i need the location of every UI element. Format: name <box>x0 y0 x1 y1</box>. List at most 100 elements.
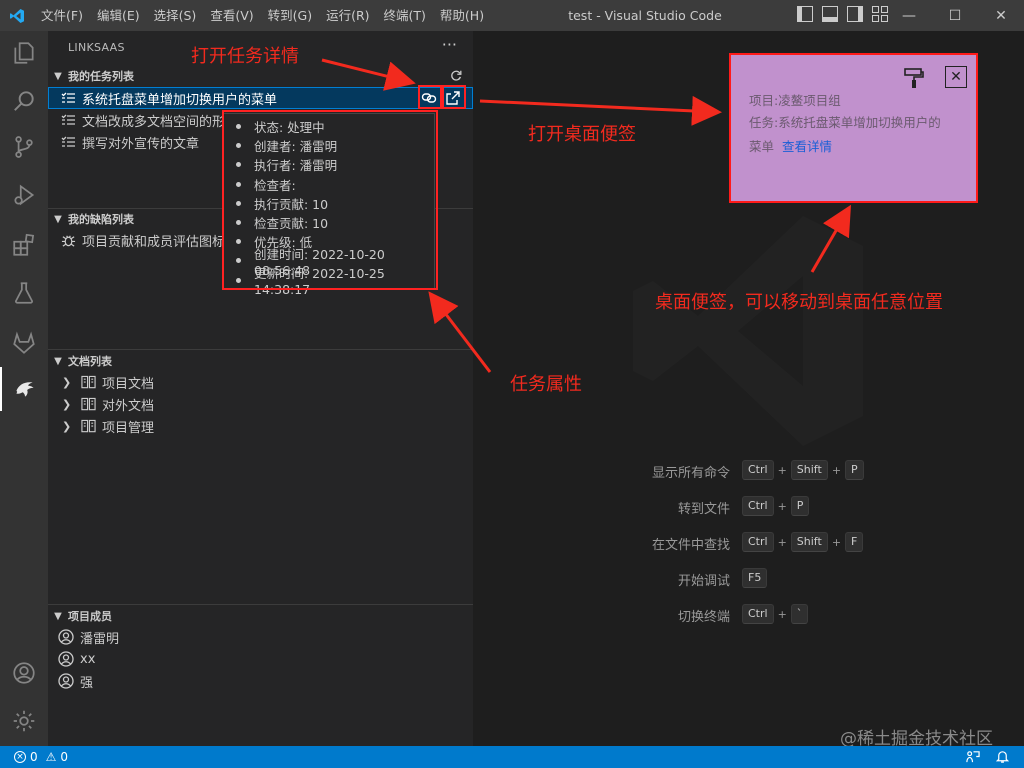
key: Ctrl <box>742 532 774 552</box>
window-controls: — ☐ ✕ <box>886 0 1024 31</box>
user-icon <box>58 651 74 667</box>
menu-view[interactable]: 查看(V) <box>203 0 260 31</box>
status-bar: × 0 ⚠ 0 <box>0 746 1024 768</box>
doc-space-item[interactable]: ❯ 对外文档 <box>48 393 473 415</box>
menu-edit[interactable]: 编辑(E) <box>90 0 147 31</box>
more-actions-button[interactable]: ··· <box>442 35 457 54</box>
chevron-down-icon: ▼ <box>54 213 62 225</box>
linksaas-icon[interactable] <box>0 367 48 411</box>
menu-selection[interactable]: 选择(S) <box>147 0 204 31</box>
source-control-icon[interactable] <box>0 125 48 169</box>
bug-icon <box>60 232 76 248</box>
annotation-open-sticky: 打开桌面便签 <box>528 124 636 145</box>
member-name: xx <box>80 651 96 667</box>
member-name: 强 <box>80 675 94 691</box>
key: F <box>845 532 864 552</box>
menu-terminal[interactable]: 终端(T) <box>377 0 433 31</box>
key: P <box>845 460 864 480</box>
task-title: 系统托盘菜单增加切换用户的菜单 <box>82 92 278 108</box>
annotation-box-detail <box>418 85 442 109</box>
vscode-window: { "window": {"title": "test - Visual Stu… <box>0 0 1024 768</box>
key-plus: + <box>777 535 787 549</box>
sidebar-title: LINKSAAS <box>68 41 125 54</box>
section-divider <box>48 349 473 350</box>
task-title: 撰写对外宣传的文章 <box>82 136 200 152</box>
annotation-box-sticky <box>442 85 466 109</box>
section-title: 我的缺陷列表 <box>68 213 134 226</box>
toggle-sidebar-icon[interactable] <box>797 6 813 22</box>
refresh-icon[interactable] <box>449 69 463 83</box>
task-item[interactable]: 系统托盘菜单增加切换用户的菜单 <box>48 87 473 109</box>
annotation-task-props: 任务属性 <box>510 374 582 395</box>
paint-brush-icon[interactable] <box>903 67 925 89</box>
sticky-task: 任务:系统托盘菜单增加切换用户的 <box>749 115 941 130</box>
testing-icon[interactable] <box>0 271 48 315</box>
sticky-task-cont: 菜单 查看详情 <box>749 136 832 155</box>
shortcut-label: 在文件中查找 <box>651 538 730 553</box>
toggle-secondary-sidebar-icon[interactable] <box>847 6 863 22</box>
minimize-button[interactable]: — <box>886 0 932 31</box>
window-title: test - Visual Studio Code <box>568 8 722 23</box>
sticky-close-button[interactable]: ✕ <box>945 66 967 88</box>
key: Ctrl <box>742 460 774 480</box>
shortcut-label: 切换终端 <box>677 610 730 625</box>
user-icon <box>58 629 74 645</box>
vscode-logo-icon[interactable] <box>0 0 34 31</box>
explorer-icon[interactable] <box>0 31 48 75</box>
shortcut-label: 显示所有命令 <box>651 466 730 481</box>
shortcut-go-to-file: 转到文件 Ctrl + P <box>473 495 1024 517</box>
maximize-button[interactable]: ☐ <box>932 0 978 31</box>
shortcut-keys: Ctrl + Shift + F <box>742 531 864 553</box>
accounts-icon[interactable] <box>0 651 48 695</box>
shortcut-find-in-files: 在文件中查找 Ctrl + Shift + F <box>473 531 1024 553</box>
problems-status[interactable]: × 0 ⚠ 0 <box>0 750 68 764</box>
shortcut-start-debugging: 开始调试 F5 <box>473 567 1024 589</box>
member-item[interactable]: xx <box>48 648 473 670</box>
menu-help[interactable]: 帮助(H) <box>433 0 491 31</box>
section-title: 项目成员 <box>68 610 112 623</box>
activity-bar <box>0 31 48 746</box>
key-plus: + <box>777 607 787 621</box>
view-detail-link[interactable]: 查看详情 <box>782 139 832 154</box>
run-debug-icon[interactable] <box>0 173 48 217</box>
chevron-down-icon: ▼ <box>54 70 62 82</box>
key: Shift <box>790 532 828 552</box>
gitlab-icon[interactable] <box>0 321 48 365</box>
section-header-tasks[interactable]: ▼ 我的任务列表 <box>48 66 473 86</box>
task-list-icon <box>60 134 76 150</box>
shortcut-keys: Ctrl + P <box>742 495 810 517</box>
error-count: 0 <box>30 750 38 764</box>
key: Ctrl <box>742 496 774 516</box>
key: ` <box>790 604 809 624</box>
close-window-button[interactable]: ✕ <box>978 0 1024 31</box>
menu-file[interactable]: 文件(F) <box>34 0 90 31</box>
shortcut-label: 开始调试 <box>677 574 730 589</box>
doc-space-item[interactable]: ❯ 项目文档 <box>48 371 473 393</box>
menu-go[interactable]: 转到(G) <box>261 0 319 31</box>
section-header-members[interactable]: ▼ 项目成员 <box>48 606 473 626</box>
feedback-icon[interactable] <box>965 749 980 767</box>
annotation-box-tooltip <box>222 110 438 290</box>
menu-run[interactable]: 运行(R) <box>319 0 376 31</box>
chevron-right-icon: ❯ <box>62 419 72 433</box>
task-title: 文档改成多文档空间的形式 <box>82 114 239 130</box>
section-title: 文档列表 <box>68 355 112 368</box>
extensions-icon[interactable] <box>0 223 48 267</box>
toggle-panel-icon[interactable] <box>822 6 838 22</box>
task-list-icon <box>60 90 76 106</box>
annotation-open-detail: 打开任务详情 <box>191 46 299 67</box>
doc-space-item[interactable]: ❯ 项目管理 <box>48 415 473 437</box>
shortcut-keys: Ctrl + ` <box>742 603 809 625</box>
task-list-icon <box>60 112 76 128</box>
layout-controls <box>797 6 888 22</box>
member-item[interactable]: 强 <box>48 670 473 692</box>
member-item[interactable]: 潘雷明 <box>48 626 473 648</box>
key-plus: + <box>777 463 787 477</box>
notifications-bell-icon[interactable] <box>995 749 1010 767</box>
search-icon[interactable] <box>0 79 48 123</box>
settings-gear-icon[interactable] <box>0 699 48 743</box>
user-icon <box>58 673 74 689</box>
section-header-docs[interactable]: ▼ 文档列表 <box>48 351 473 371</box>
key: P <box>790 496 810 516</box>
desktop-sticky-note[interactable]: ✕ 项目:凌鳌项目组 任务:系统托盘菜单增加切换用户的 菜单 查看详情 <box>729 53 978 203</box>
